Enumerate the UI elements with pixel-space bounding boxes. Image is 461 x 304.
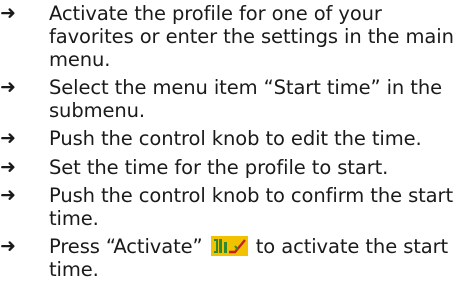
arrow-right-icon: ➜ [0, 127, 16, 150]
arrow-right-icon: ➜ [0, 2, 16, 24]
step-text: Push the control knob to confirm the sta… [49, 183, 453, 230]
instruction-step-2: ➜ Select the menu item “Start time” in t… [0, 76, 461, 122]
instruction-list: ➜ Activate the profile for one of your f… [0, 0, 461, 281]
step-text-before: Press “Activate” [49, 234, 203, 258]
step-text: Activate the profile for one of your fav… [49, 2, 454, 71]
instruction-step-5: ➜ Push the control knob to confirm the s… [0, 184, 461, 230]
arrow-right-icon: ➜ [0, 234, 16, 257]
instruction-step-1: ➜ Activate the profile for one of your f… [0, 2, 461, 71]
arrow-right-icon: ➜ [0, 183, 16, 206]
instruction-step-4: ➜ Set the time for the profile to start. [0, 156, 461, 179]
activate-icon [210, 235, 248, 256]
instruction-step-6: ➜ Press “Activate” to activate the start… [0, 235, 461, 281]
step-text: Select the menu item “Start time” in the… [49, 76, 442, 123]
arrow-right-icon: ➜ [0, 76, 16, 99]
arrow-right-icon: ➜ [0, 155, 16, 178]
step-text: Set the time for the profile to start. [49, 155, 389, 179]
step-text: Push the control knob to edit the time. [49, 127, 422, 151]
instruction-step-3: ➜ Push the control knob to edit the time… [0, 127, 461, 150]
